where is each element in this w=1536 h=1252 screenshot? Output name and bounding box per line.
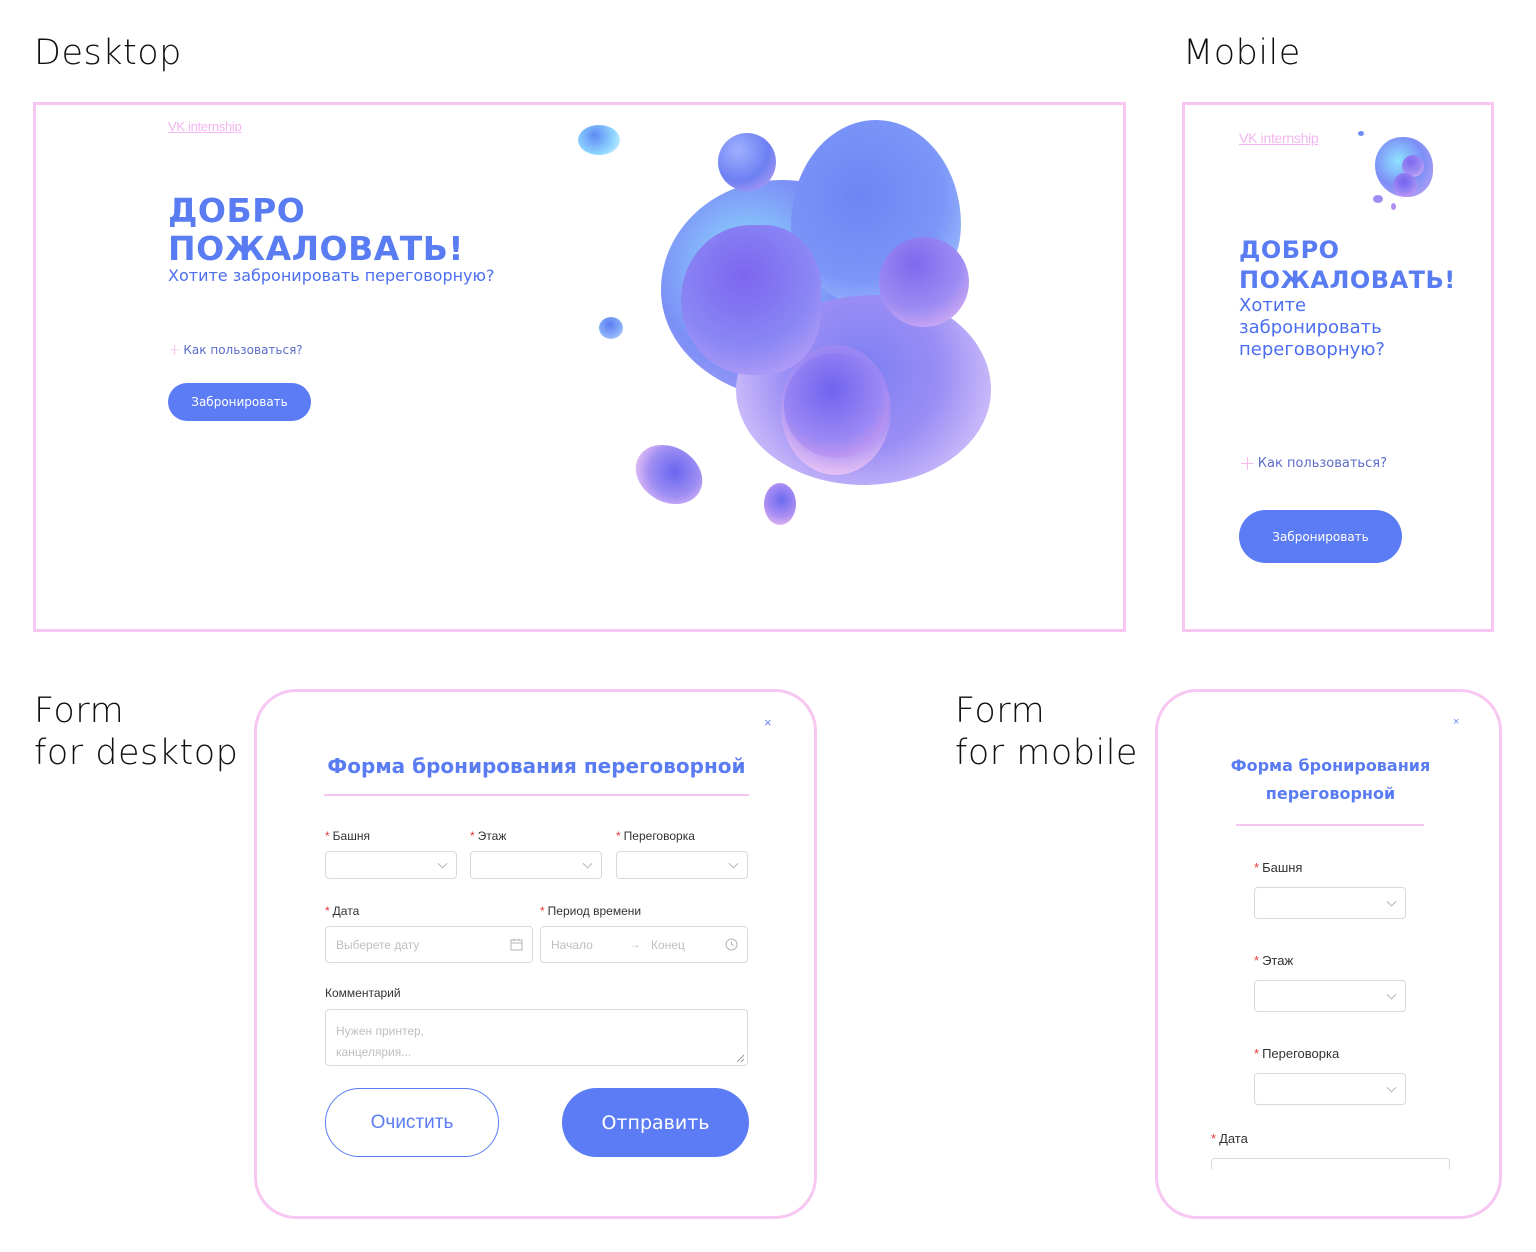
mobile-blob-drop-3 <box>1391 203 1396 210</box>
howto-label: Как пользоваться? <box>183 342 303 357</box>
form-title-divider <box>324 794 749 796</box>
chevron-down-icon <box>437 858 448 869</box>
time-range-picker[interactable]: Начало → Конец <box>540 926 748 963</box>
mobile-welcome-title: ДОБРО ПОЖАЛОВАТЬ! <box>1239 235 1456 295</box>
mobile-subtitle-line2: забронировать <box>1239 317 1382 338</box>
welcome-title: ДОБРО ПОЖАЛОВАТЬ! <box>168 192 464 268</box>
blob-sphere-top <box>718 133 776 191</box>
blob-sphere-right <box>879 237 969 327</box>
chevron-down-icon <box>1386 1082 1397 1093</box>
mobile-blob-illustration <box>1355 125 1445 215</box>
mobile-section-title: Mobile <box>1183 33 1301 73</box>
mobile-welcome-title-line2: ПОЖАЛОВАТЬ! <box>1239 266 1456 294</box>
mobile-brand-link[interactable]: VK internship <box>1239 130 1319 146</box>
mobile-room-select[interactable] <box>1254 1073 1406 1105</box>
tower-select[interactable] <box>325 851 457 879</box>
floor-label: * Этаж <box>470 829 507 843</box>
form-mobile-section-title: Form for mobile <box>955 690 1138 774</box>
mobile-book-button[interactable]: Забронировать <box>1239 510 1402 563</box>
floor-select[interactable] <box>470 851 602 879</box>
welcome-title-line2: ПОЖАЛОВАТЬ! <box>168 229 464 268</box>
blob-center-dark <box>681 225 821 375</box>
form-mobile-title-line1: Form <box>955 691 1046 731</box>
mobile-floor-label: * Этаж <box>1254 953 1294 968</box>
mobile-landing-frame: VK internship ДОБРО ПОЖАЛОВАТЬ! Хотите з… <box>1182 102 1494 632</box>
mobile-tower-label: * Башня <box>1254 860 1303 875</box>
blob-sphere-bottom <box>784 353 889 458</box>
mobile-welcome-subtitle: Хотите забронировать переговорную? <box>1239 295 1385 361</box>
desktop-landing-frame: VK internship ДОБРО ПОЖАЛОВАТЬ! Хотите з… <box>33 102 1126 632</box>
mobile-howto-label: Как пользоваться? <box>1257 455 1387 471</box>
plus-icon: + <box>168 340 182 359</box>
mobile-form-title-line2: переговорной <box>1265 784 1396 803</box>
mobile-blob-sphere-bottom <box>1393 173 1417 197</box>
mobile-subtitle-line3: переговорную? <box>1239 339 1385 360</box>
mobile-form-title-line1: Форма бронирования <box>1230 756 1431 775</box>
mobile-floor-select[interactable] <box>1254 980 1406 1012</box>
mobile-form-title-divider <box>1236 824 1424 826</box>
comment-label: Комментарий <box>325 986 401 1000</box>
blob-drop-bottom-left <box>624 433 714 516</box>
start-time-placeholder: Начало <box>551 938 593 952</box>
mobile-form-card: × Форма бронирования переговорной * Башня… <box>1155 689 1502 1219</box>
mobile-room-label: * Переговорка <box>1254 1046 1340 1061</box>
welcome-subtitle: Хотите забронировать переговорную? <box>168 266 495 285</box>
form-desktop-section-title: Form for desktop <box>34 690 238 774</box>
arrow-right-icon: → <box>629 937 641 951</box>
blob-illustration <box>566 105 1046 535</box>
date-label: * Дата <box>325 904 360 918</box>
chevron-down-icon <box>1386 896 1397 907</box>
chevron-down-icon <box>728 858 739 869</box>
blob-drop-small <box>599 317 623 339</box>
submit-button[interactable]: Отправить <box>562 1088 749 1157</box>
brand-link[interactable]: VK internship <box>168 119 242 134</box>
howto-link[interactable]: + Как пользоваться? <box>168 340 303 359</box>
room-label: * Переговорка <box>616 829 695 843</box>
clock-icon <box>725 938 738 951</box>
comment-placeholder: Нужен принтер, канцелярия... <box>336 1024 425 1059</box>
date-placeholder: Выберете дату <box>336 938 420 952</box>
mobile-blob-drop-1 <box>1358 131 1364 136</box>
mobile-blob-drop-2 <box>1373 195 1383 203</box>
date-picker[interactable]: Выберете дату <box>325 926 533 963</box>
comment-textarea[interactable]: Нужен принтер, канцелярия... <box>325 1009 748 1066</box>
form-desktop-title-line2: for desktop <box>34 733 239 773</box>
mobile-welcome-title-line1: ДОБРО <box>1239 236 1340 264</box>
close-icon[interactable]: × <box>764 715 772 730</box>
form-title: Форма бронирования переговорной <box>327 754 746 778</box>
room-select[interactable] <box>616 851 748 879</box>
period-label: * Период времени <box>540 904 642 918</box>
mobile-howto-link[interactable]: + Как пользоваться? <box>1239 451 1387 475</box>
desktop-section-title: Desktop <box>34 33 182 73</box>
blob-drop-top <box>578 125 620 155</box>
desktop-form-card: × Форма бронирования переговорной * Башня… <box>254 689 817 1219</box>
resize-handle-icon[interactable] <box>736 1054 745 1063</box>
book-button[interactable]: Забронировать <box>168 383 311 421</box>
welcome-title-line1: ДОБРО <box>168 191 306 230</box>
chevron-down-icon <box>1386 989 1397 1000</box>
clear-button[interactable]: Очистить <box>325 1088 499 1157</box>
mobile-form-title: Форма бронирования переговорной <box>1213 752 1448 808</box>
form-mobile-title-line2: for mobile <box>955 733 1138 773</box>
mobile-form-fade <box>1198 1169 1458 1216</box>
mobile-subtitle-line1: Хотите <box>1239 295 1307 316</box>
tower-label: * Башня <box>325 829 370 843</box>
chevron-down-icon <box>582 858 593 869</box>
blob-drop-bottom <box>764 483 796 525</box>
mobile-tower-select[interactable] <box>1254 887 1406 919</box>
form-desktop-title-line1: Form <box>34 691 125 731</box>
mobile-close-icon[interactable]: × <box>1453 716 1459 728</box>
mobile-date-label: * Дата <box>1211 1131 1248 1146</box>
mobile-plus-icon: + <box>1239 451 1256 475</box>
end-time-placeholder: Конец <box>651 938 685 952</box>
calendar-icon <box>510 938 523 951</box>
